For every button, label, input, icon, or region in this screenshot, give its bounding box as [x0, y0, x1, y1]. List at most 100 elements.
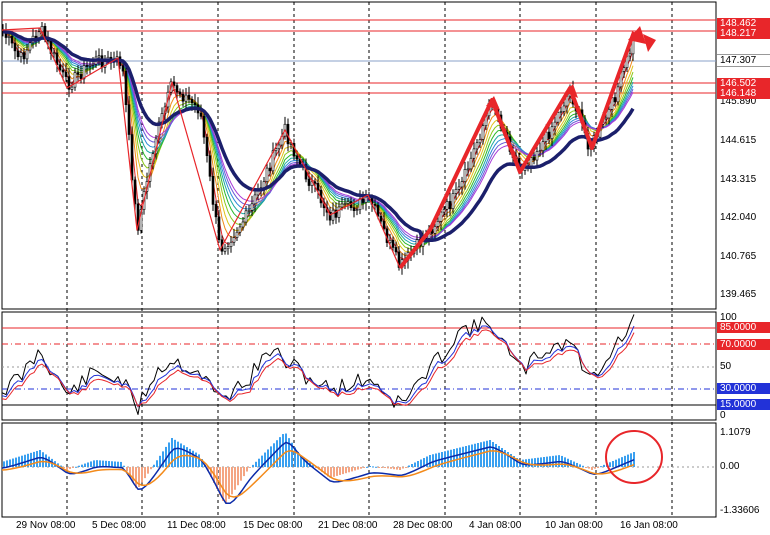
candle-body	[79, 74, 83, 80]
candle-body	[226, 246, 230, 250]
macd-histogram-bar	[174, 439, 176, 467]
osc-level-tag: 70.0000	[717, 339, 770, 350]
macd-histogram-bar	[237, 467, 239, 486]
osc-tick: 0	[720, 410, 726, 421]
price-tick: 144.615	[720, 135, 757, 146]
candle-body	[253, 194, 257, 205]
price-tick: 142.040	[720, 212, 757, 223]
price-tick: 140.765	[720, 251, 757, 262]
candle-body	[316, 183, 320, 191]
candle-body	[628, 53, 632, 57]
macd-histogram-bar	[336, 467, 338, 476]
candle-body	[247, 209, 251, 212]
macd-histogram-bar	[588, 467, 590, 469]
macd-histogram-bar	[414, 462, 416, 467]
macd-histogram-bar	[75, 466, 77, 468]
macd-histogram-bar	[255, 461, 257, 467]
candle-body	[622, 67, 626, 72]
candle-body	[382, 220, 386, 230]
macd-histogram-bar	[597, 467, 599, 468]
macd-histogram-bar	[615, 459, 617, 467]
oscillator-mid-line	[1, 325, 635, 408]
macd-histogram-bar	[3, 461, 5, 467]
macd-histogram-bar	[627, 454, 629, 467]
macd-histogram-bar	[102, 460, 104, 467]
macd-histogram-bar	[69, 467, 71, 469]
candle-body	[544, 131, 548, 142]
macd-histogram-bar	[87, 462, 89, 467]
macd-histogram-bar	[123, 465, 125, 467]
candle-body	[607, 109, 611, 119]
candle-body	[475, 142, 479, 150]
candle-body	[472, 148, 476, 159]
macd-histogram-bar	[396, 467, 398, 470]
candle-body	[457, 186, 461, 190]
candle-body	[211, 176, 215, 205]
macd-histogram-bar	[222, 467, 224, 501]
candle-body	[337, 206, 341, 218]
macd-histogram-bar	[153, 464, 155, 467]
macd-histogram-bar	[156, 460, 158, 467]
candle-body	[10, 35, 14, 44]
candle-body	[556, 112, 560, 123]
candle-body	[331, 209, 335, 221]
candle-body	[379, 215, 383, 222]
macd-histogram-bar	[612, 461, 614, 467]
current-price-tag: 147.307	[717, 54, 770, 67]
macd-histogram-bar	[603, 464, 605, 467]
macd-histogram-bar	[372, 466, 374, 468]
candle-body	[214, 204, 218, 218]
macd-histogram-bar	[231, 467, 233, 495]
candle-body	[16, 50, 20, 58]
candle-body	[391, 239, 395, 248]
macd-histogram-bar	[126, 467, 128, 472]
candle-body	[529, 157, 533, 167]
macd-histogram-bar	[600, 466, 602, 468]
macd-histogram-bar	[354, 467, 356, 471]
macd-histogram-bar	[84, 463, 86, 467]
candle-body	[469, 157, 473, 170]
candle-body	[199, 112, 203, 117]
macd-histogram-bar	[81, 464, 83, 467]
candle-body	[64, 71, 68, 77]
ma-ribbon-line	[2, 31, 634, 239]
macd-histogram-bar	[195, 452, 197, 467]
macd-histogram-bar	[45, 454, 47, 467]
macd-histogram-bar	[534, 458, 536, 467]
candle-body	[250, 203, 254, 211]
macd-histogram-bar	[198, 454, 200, 467]
oscillator-fast-line	[1, 314, 635, 415]
candle-body	[25, 49, 29, 60]
macd-histogram-bar	[120, 461, 122, 467]
chart-canvas[interactable]	[0, 0, 770, 535]
macd-histogram-bar	[357, 467, 359, 470]
macd-histogram-bar	[96, 460, 98, 467]
macd-histogram-bar	[369, 466, 371, 467]
macd-histogram-bar	[387, 467, 389, 469]
macd-histogram-bar	[339, 467, 341, 475]
time-tick: 16 Jan 08:00	[620, 520, 678, 531]
macd-tick: -1.33606	[720, 505, 760, 516]
macd-histogram-bar	[93, 460, 95, 467]
macd-histogram-bar	[99, 460, 101, 467]
macd-histogram-bar	[399, 467, 401, 470]
macd-histogram-bar	[480, 442, 482, 467]
candle-body	[217, 216, 221, 241]
macd-histogram-bar	[150, 467, 152, 470]
macd-histogram-bar	[186, 447, 188, 467]
macd-histogram-bar	[117, 461, 119, 467]
macd-histogram-bar	[345, 467, 347, 474]
candle-body	[481, 125, 485, 140]
macd-histogram-bar	[189, 448, 191, 467]
candle-body	[175, 85, 179, 93]
candle-body	[268, 167, 272, 172]
time-tick: 5 Dec 08:00	[92, 520, 146, 531]
candle-body	[277, 144, 281, 150]
macd-histogram-bar	[489, 440, 491, 467]
candle-body	[52, 52, 56, 55]
candle-body	[604, 117, 608, 120]
macd-histogram-bar	[417, 461, 419, 467]
macd-histogram-bar	[429, 455, 431, 467]
macd-histogram-bar	[402, 467, 404, 469]
time-tick: 28 Dec 08:00	[393, 520, 453, 531]
